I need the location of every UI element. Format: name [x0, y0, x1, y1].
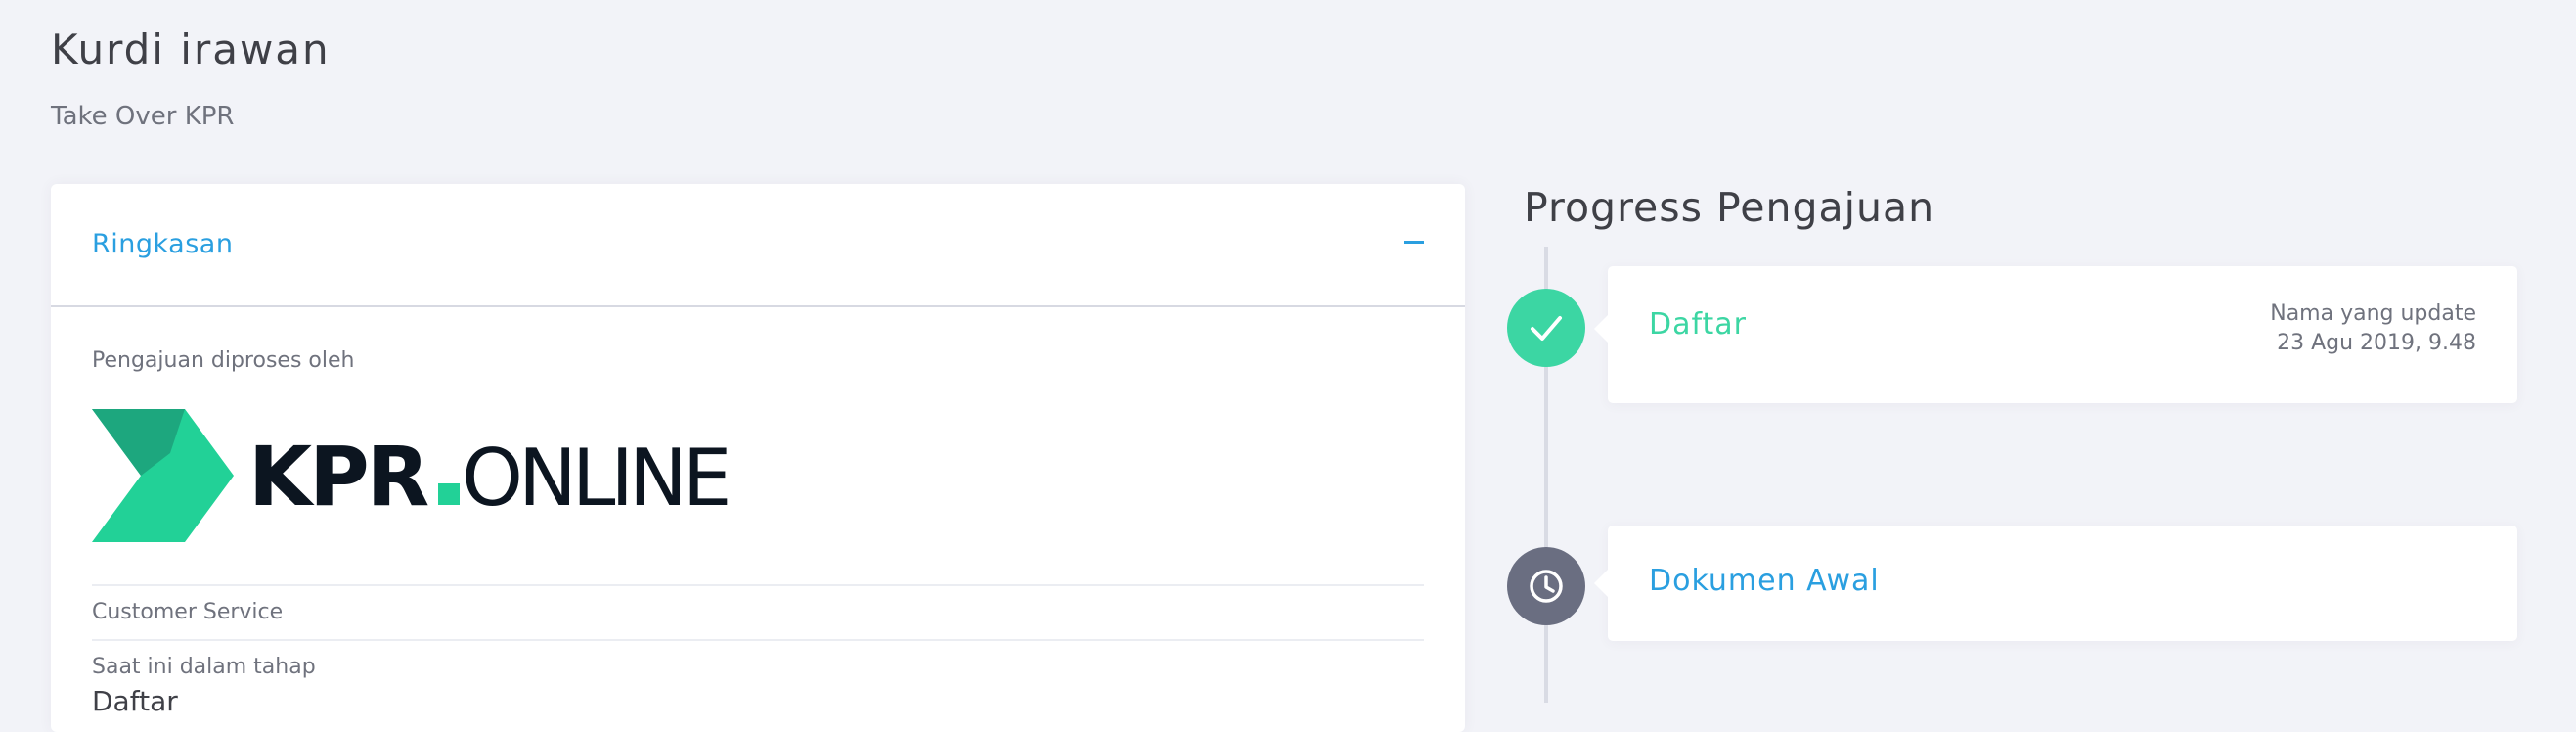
processed-by-label: Pengajuan diproses oleh — [92, 348, 355, 373]
step-name: Daftar — [1649, 307, 1747, 342]
divider — [92, 639, 1424, 641]
clock-icon — [1530, 570, 1563, 603]
kpr-online-logo: KPR ONLINE — [92, 409, 733, 542]
summary-card-title: Ringkasan — [92, 229, 234, 259]
step-card-daftar[interactable]: Daftar Nama yang update 23 Agu 2019, 9.4… — [1594, 266, 2517, 403]
step-card-dokumen-awal[interactable]: Dokumen Awal — [1594, 526, 2517, 641]
step-name: Dokumen Awal — [1649, 564, 1880, 598]
step-meta: Nama yang update 23 Agu 2019, 9.48 — [2270, 299, 2476, 358]
step-updated-at: 23 Agu 2019, 9.48 — [2277, 331, 2476, 355]
collapse-icon[interactable] — [1404, 241, 1424, 244]
progress-title: Progress Pengajuan — [1524, 184, 1935, 231]
customer-service-label: Customer Service — [92, 600, 284, 624]
check-icon — [1531, 316, 1562, 341]
divider — [92, 584, 1424, 586]
current-stage-value: Daftar — [92, 685, 178, 717]
summary-card-header[interactable]: Ringkasan — [51, 184, 1465, 307]
step-pending-indicator — [1507, 547, 1585, 625]
step-updated-by: Nama yang update — [2270, 301, 2476, 326]
current-stage-label: Saat ini dalam tahap — [92, 655, 316, 679]
page-title: Kurdi irawan — [51, 25, 331, 73]
svg-text:KPR: KPR — [248, 429, 428, 525]
svg-text:ONLINE: ONLINE — [462, 433, 728, 524]
page-subtitle: Take Over KPR — [51, 102, 235, 131]
step-done-indicator — [1507, 289, 1585, 367]
